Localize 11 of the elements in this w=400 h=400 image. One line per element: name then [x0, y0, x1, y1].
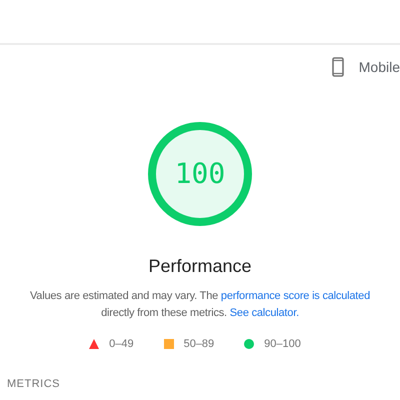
section-heading: METRICS — [7, 378, 60, 390]
device-label: Mobile — [358, 58, 400, 76]
link[interactable]: performance score is calculated — [220, 290, 370, 302]
category-title: Performance — [148, 255, 252, 278]
phone-icon — [332, 57, 344, 77]
legend-label: 0–49 — [109, 337, 134, 352]
legend-label: 50–89 — [184, 337, 214, 352]
legend-label: 90–100 — [264, 337, 301, 352]
description: Values are estimated and may vary. The performance score is calculated directly from these metrics. See calculator. — [28, 289, 372, 321]
score-value: 100 — [174, 156, 226, 192]
link[interactable]: See calculator. — [230, 307, 299, 319]
